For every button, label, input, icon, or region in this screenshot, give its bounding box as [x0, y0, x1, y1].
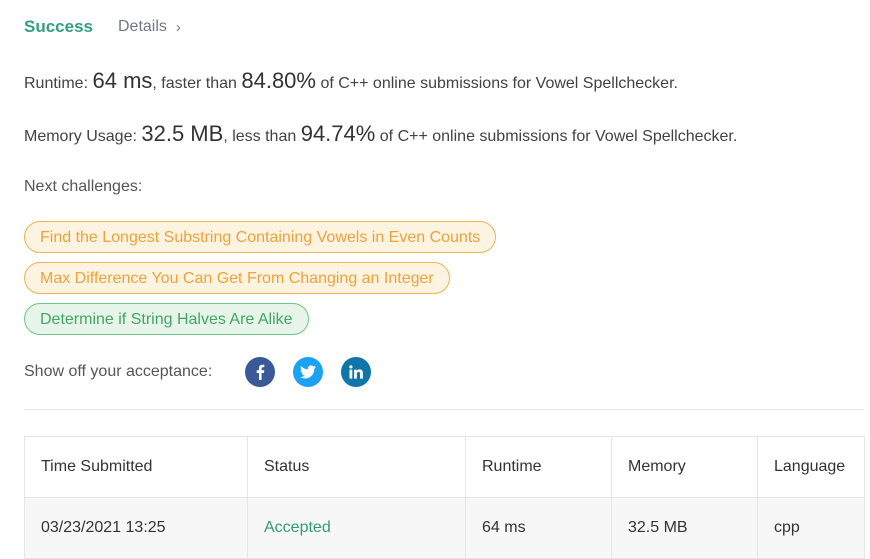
memory-summary: Memory Usage: 32.5 MB, less than 94.74% … [24, 121, 737, 147]
cell-memory: 32.5 MB [611, 497, 758, 559]
memory-percent: 94.74% [300, 121, 376, 146]
result-tabs: Success Details › [24, 17, 181, 37]
submissions-table: Time Submitted Status Runtime Memory Lan… [24, 436, 865, 559]
cell-status: Accepted [247, 497, 466, 559]
table-header-row: Time Submitted Status Runtime Memory Lan… [24, 436, 865, 498]
runtime-value: 64 ms [92, 68, 153, 93]
column-header[interactable]: Language [757, 436, 865, 498]
facebook-icon[interactable] [245, 357, 276, 387]
section-divider [24, 409, 864, 410]
runtime-percent: 84.80% [241, 68, 316, 93]
table-row: 03/23/2021 13:25 Accepted 64 ms 32.5 MB … [24, 497, 865, 559]
tab-details[interactable]: Details › [118, 18, 181, 36]
chevron-right-icon: › [175, 18, 181, 36]
memory-label: Memory Usage: [24, 128, 137, 145]
share-section: Show off your acceptance: [24, 357, 389, 387]
tab-details-label: Details [118, 18, 167, 35]
cell-time: 03/23/2021 13:25 [24, 497, 248, 559]
share-label: Show off your acceptance: [24, 363, 213, 380]
column-header[interactable]: Status [247, 436, 466, 498]
cell-language: cpp [757, 497, 865, 559]
memory-mid-text: , less than [223, 128, 297, 145]
column-header[interactable]: Runtime [465, 436, 612, 498]
challenge-pill[interactable]: Find the Longest Substring Containing Vo… [24, 221, 497, 253]
column-header[interactable]: Memory [611, 436, 758, 498]
challenge-pill[interactable]: Max Difference You Can Get From Changing… [24, 262, 450, 294]
linkedin-icon[interactable] [341, 357, 372, 387]
runtime-mid-text: , faster than [152, 75, 237, 92]
cell-runtime: 64 ms [465, 497, 612, 559]
next-challenges-label: Next challenges: [24, 178, 143, 195]
tab-success[interactable]: Success [24, 17, 93, 37]
runtime-label: Runtime: [24, 75, 89, 92]
memory-value: 32.5 MB [141, 121, 224, 146]
status-accepted-link[interactable]: Accepted [264, 519, 331, 536]
runtime-summary: Runtime: 64 ms, faster than 84.80% of C+… [24, 68, 678, 94]
submission-result-panel: Success Details › Runtime: 64 ms, faster… [0, 0, 870, 559]
challenge-pill[interactable]: Determine if String Halves Are Alike [24, 303, 309, 335]
column-header[interactable]: Time Submitted [24, 436, 248, 498]
twitter-icon[interactable] [293, 357, 324, 387]
memory-suffix: of C++ online submissions for Vowel Spel… [379, 128, 738, 145]
runtime-suffix: of C++ online submissions for Vowel Spel… [320, 75, 678, 92]
